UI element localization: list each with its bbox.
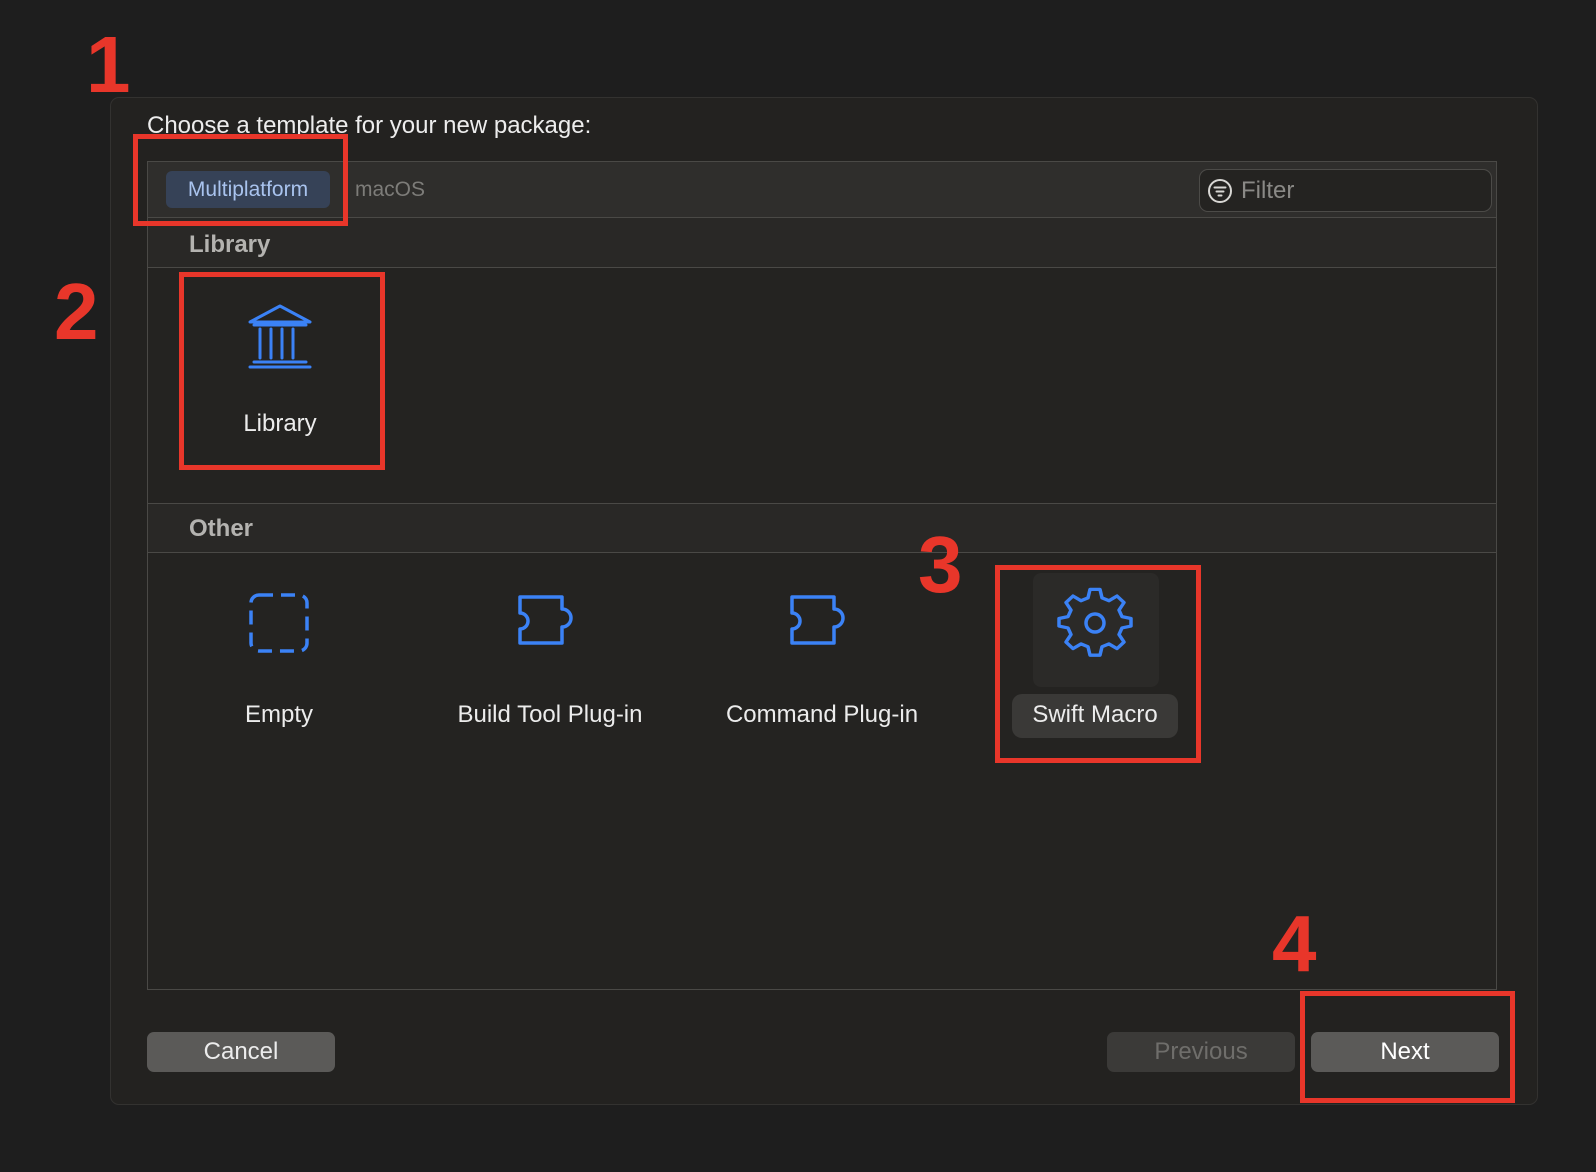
template-empty[interactable]: Empty xyxy=(199,583,359,743)
template-label: Command Plug-in xyxy=(725,701,919,728)
annotation-number-1: 1 xyxy=(86,20,131,109)
previous-button[interactable]: Previous xyxy=(1107,1032,1295,1072)
annotation-number-4: 4 xyxy=(1272,899,1317,988)
section-header-library xyxy=(148,218,1496,268)
annotation-box-2 xyxy=(179,272,385,470)
dashed-square-icon xyxy=(249,593,309,653)
cancel-button[interactable]: Cancel xyxy=(147,1032,335,1072)
filter-circle-icon xyxy=(1208,179,1232,203)
template-label: Build Tool Plug-in xyxy=(457,701,643,728)
template-label: Empty xyxy=(244,701,313,728)
puzzle-piece-icon xyxy=(518,595,573,645)
annotation-box-1 xyxy=(133,134,348,226)
annotation-box-4 xyxy=(1300,991,1515,1103)
filter-input[interactable] xyxy=(1239,172,1484,209)
section-title-library: Library xyxy=(189,231,271,258)
tab-macos[interactable]: macOS xyxy=(355,171,425,208)
annotation-box-3 xyxy=(995,565,1201,763)
template-build-tool-plugin[interactable]: Build Tool Plug-in xyxy=(432,583,668,743)
annotation-number-3: 3 xyxy=(918,520,963,609)
section-title-other: Other xyxy=(189,515,254,542)
section-header-other xyxy=(148,503,1496,553)
puzzle-piece-icon xyxy=(790,595,845,645)
annotation-number-2: 2 xyxy=(54,267,99,356)
template-command-plugin[interactable]: Command Plug-in xyxy=(704,583,940,743)
